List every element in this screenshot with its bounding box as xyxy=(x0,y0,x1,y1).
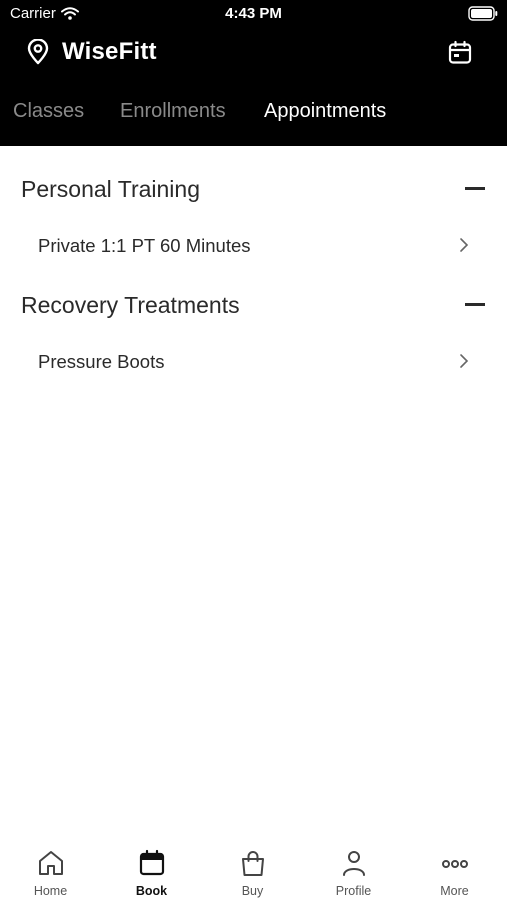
chevron-right-icon xyxy=(460,354,469,368)
section-title: Recovery Treatments xyxy=(21,292,240,318)
shopping-bag-icon xyxy=(242,851,264,876)
nav-buy[interactable]: Buy xyxy=(202,840,303,900)
nav-label: More xyxy=(440,884,469,898)
collapse-icon[interactable] xyxy=(465,187,485,190)
more-dots-icon xyxy=(442,860,468,868)
status-bar: Carrier 4:43 PM xyxy=(0,0,507,28)
app-title: WiseFitt xyxy=(62,38,157,65)
calendar-icon xyxy=(139,849,165,876)
map-pin-icon[interactable] xyxy=(26,39,50,65)
tab-appointments[interactable]: Appointments xyxy=(264,100,386,123)
section-title: Personal Training xyxy=(21,176,200,202)
app-header: Carrier 4:43 PM WiseFitt Classes Enrollm… xyxy=(0,0,507,146)
nav-book[interactable]: Book xyxy=(101,840,202,900)
tab-bar: Classes Enrollments Appointments xyxy=(0,92,507,136)
list-item-label: Pressure Boots xyxy=(38,351,165,372)
list-item[interactable]: Pressure Boots xyxy=(0,342,507,382)
app-bar: WiseFitt xyxy=(0,30,507,76)
person-icon xyxy=(343,851,365,876)
home-icon xyxy=(39,851,63,875)
battery-icon xyxy=(468,6,498,21)
nav-label: Home xyxy=(33,884,68,898)
nav-label: Buy xyxy=(241,884,264,898)
calendar-icon[interactable] xyxy=(447,40,473,66)
chevron-right-icon xyxy=(460,238,469,252)
nav-more[interactable]: More xyxy=(404,840,505,900)
bottom-nav: Home Book Buy Profile More xyxy=(0,840,507,900)
status-time: 4:43 PM xyxy=(225,5,282,22)
collapse-icon[interactable] xyxy=(465,303,485,306)
nav-home[interactable]: Home xyxy=(0,840,101,900)
list-item[interactable]: Private 1:1 PT 60 Minutes xyxy=(0,226,507,266)
tab-enrollments[interactable]: Enrollments xyxy=(120,100,226,123)
nav-label: Profile xyxy=(335,884,372,898)
tab-classes[interactable]: Classes xyxy=(13,100,84,123)
list-item-label: Private 1:1 PT 60 Minutes xyxy=(38,235,251,256)
nav-label: Book xyxy=(135,884,168,898)
nav-profile[interactable]: Profile xyxy=(303,840,404,900)
